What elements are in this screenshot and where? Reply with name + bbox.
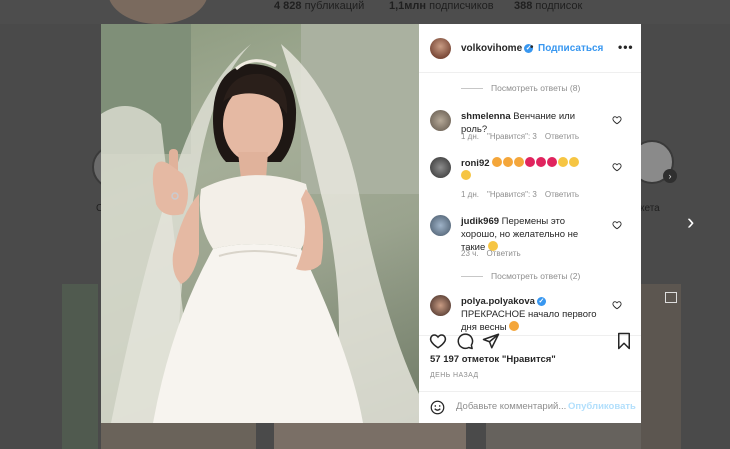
- publish-comment-button[interactable]: Опубликовать: [568, 401, 636, 412]
- emoji: [509, 321, 520, 331]
- add-comment-bar: Опубликовать: [419, 391, 641, 424]
- comment-like-icon[interactable]: [612, 300, 622, 310]
- comment-avatar[interactable]: [430, 215, 451, 236]
- comment-avatar[interactable]: [430, 157, 451, 178]
- likes-count[interactable]: 57 197 отметок "Нравится": [430, 354, 556, 365]
- reply-button[interactable]: Ответить: [545, 132, 579, 141]
- share-icon[interactable]: [482, 332, 500, 350]
- carousel-icon: [665, 292, 677, 303]
- post-photo[interactable]: [101, 24, 419, 423]
- comment-meta: 23 ч. Ответить: [461, 249, 521, 258]
- profile-header-strip: [0, 0, 730, 24]
- next-post-icon[interactable]: ›: [687, 211, 694, 233]
- view-replies-button[interactable]: Посмотреть ответы (8): [461, 83, 580, 93]
- follow-button[interactable]: Подписаться: [538, 43, 603, 54]
- more-options-icon[interactable]: •••: [618, 40, 634, 54]
- comment-like-icon[interactable]: [612, 162, 622, 172]
- comment-username[interactable]: shmelenna: [461, 111, 511, 122]
- comment-text: polya.polyakova ✓ ПРЕКРАСНОЕ начало перво…: [461, 296, 597, 333]
- post-header: volkovihome ✓ • Подписаться •••: [419, 24, 641, 73]
- grid-post[interactable]: [62, 284, 98, 449]
- comment-meta: 1 дн. "Нравится": 3 Ответить: [461, 190, 580, 199]
- comment-avatar[interactable]: [430, 110, 451, 131]
- comment-text: roni92: [461, 157, 599, 183]
- emoji-icon[interactable]: [430, 400, 445, 415]
- comment-likes[interactable]: "Нравится": 3: [487, 132, 537, 141]
- comment-likes[interactable]: "Нравится": 3: [487, 190, 537, 199]
- heart-icon[interactable]: [429, 332, 447, 350]
- grid-post[interactable]: [486, 423, 641, 449]
- stat-followers[interactable]: 1,1млн подписчиков: [389, 0, 494, 12]
- verified-icon: ✓: [536, 297, 546, 306]
- comment-meta: 1 дн. "Нравится": 3 Ответить: [461, 132, 580, 141]
- highlights-next-icon[interactable]: ›: [663, 169, 677, 183]
- bride-illustration: [101, 24, 419, 423]
- comment-username[interactable]: polya.polyakova ✓: [461, 296, 546, 307]
- comment-username[interactable]: roni92: [461, 158, 490, 169]
- grid-post[interactable]: [274, 423, 466, 449]
- bookmark-icon[interactable]: [615, 332, 633, 350]
- grid-post[interactable]: [641, 284, 681, 449]
- author-avatar[interactable]: [430, 38, 451, 59]
- comment-username[interactable]: judik969: [461, 216, 499, 227]
- post-time[interactable]: ДЕНЬ НАЗАД: [430, 372, 479, 379]
- stat-posts: 4 828 публикаций: [274, 0, 365, 12]
- author-username[interactable]: volkovihome ✓: [461, 43, 534, 54]
- comment-input[interactable]: [456, 401, 566, 412]
- reply-button[interactable]: Ответить: [545, 190, 579, 199]
- comment-like-icon[interactable]: [612, 220, 622, 230]
- comment-like-icon[interactable]: [612, 115, 622, 125]
- header-separator: •: [530, 42, 534, 53]
- story-highlight-label: кета: [640, 203, 660, 214]
- comment-avatar[interactable]: [430, 295, 451, 316]
- stat-following[interactable]: 388 подписок: [514, 0, 582, 12]
- comments-list[interactable]: Посмотреть ответы (8) shmelenna Венчание…: [419, 73, 641, 335]
- post-side-panel: volkovihome ✓ • Подписаться ••• Посмотрет…: [419, 24, 641, 423]
- reply-button[interactable]: Ответить: [487, 249, 521, 258]
- comment-icon[interactable]: [456, 332, 474, 350]
- grid-post[interactable]: [101, 423, 256, 449]
- view-replies-button[interactable]: Посмотреть ответы (2): [461, 271, 580, 281]
